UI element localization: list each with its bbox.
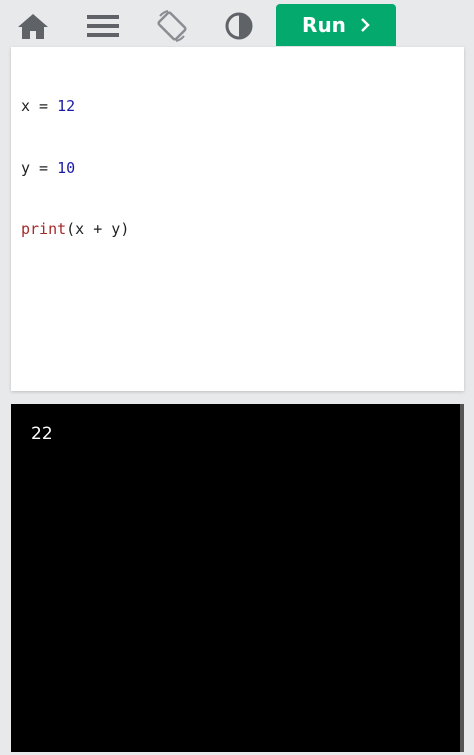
code-line-3: print(x + y) — [21, 220, 130, 238]
menu-button[interactable] — [83, 6, 123, 46]
home-icon — [18, 14, 48, 39]
output-panel: 22 — [11, 404, 464, 752]
code-line-2: y = 10 — [21, 158, 76, 177]
output-text: 22 — [31, 424, 53, 444]
code-content[interactable]: x = 12 y = 10 print(x + y) — [21, 55, 129, 281]
home-button[interactable] — [13, 6, 53, 46]
chevron-right-icon — [361, 18, 370, 32]
code-editor[interactable]: x = 12 y = 10 print(x + y) — [11, 47, 464, 391]
menu-icon — [87, 15, 119, 37]
rotate-icon — [157, 10, 187, 42]
rotate-button[interactable] — [152, 6, 192, 46]
run-button-label: Run — [302, 13, 346, 37]
code-line-1: x = 12 — [21, 97, 76, 115]
run-button[interactable]: Run — [276, 4, 396, 46]
contrast-icon — [225, 12, 253, 40]
toolbar: Run — [0, 0, 474, 48]
output-scrollbar[interactable] — [460, 404, 464, 752]
contrast-button[interactable] — [219, 6, 259, 46]
